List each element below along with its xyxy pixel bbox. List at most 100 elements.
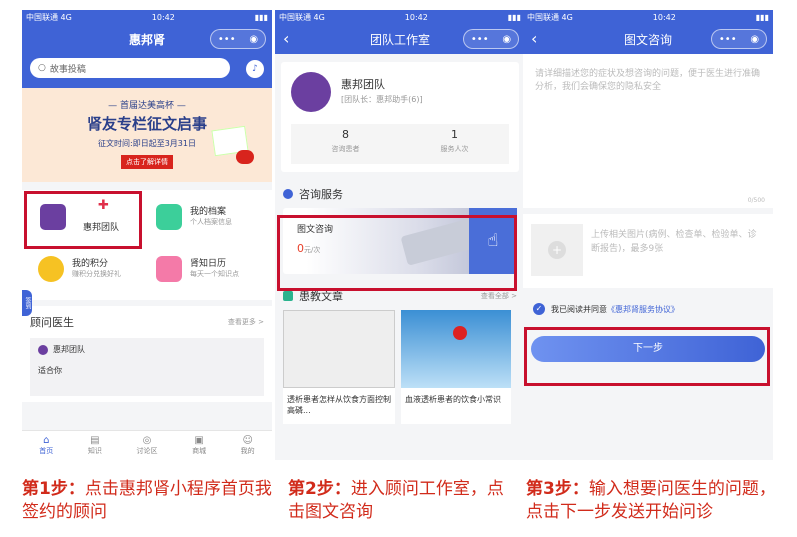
mini-program-capsule[interactable]: ••• ◉ [463,29,519,49]
clock: 10:42 [404,12,428,22]
advisor-card[interactable]: 惠邦团队 适合你 [30,338,264,396]
carrier: 中国联通 [527,12,559,22]
articles-section-icon [283,291,293,301]
tab-mine[interactable]: ☺ 我的 [241,435,255,456]
mini-program-capsule[interactable]: ••• ◉ [210,29,266,49]
points-coin-icon [38,256,64,282]
page-title: 惠邦肾 [128,32,165,47]
stat-services: 1 服务人次 [400,124,509,164]
upload-hint: 上传相关图片(病例、检查单、检验单、诊断报告)，最多9张 [591,230,757,254]
mini-program-capsule[interactable]: ••• ◉ [711,29,767,49]
grid-label-points: 我的积分 [72,259,109,269]
clock: 10:42 [652,12,676,22]
articles-more-link[interactable]: 查看全部 > [481,291,517,301]
tab-label: 商城 [192,447,207,455]
stat-label: 咨询患者 [331,145,360,153]
add-image-icon: + [548,241,566,259]
notification-bell-icon[interactable]: ♪ [246,60,264,78]
article-title: 血液透析患者的饮食小常识 [405,395,501,404]
tab-label: 知识 [87,447,102,455]
advisor-section-title: 顾问医生 [30,316,74,329]
network: 4G [313,12,325,22]
article-rose-image [401,310,511,388]
grid-item-records[interactable]: 我的档案 个人档案信息 [150,194,262,240]
tab-mall[interactable]: ▣ 商城 [192,435,206,456]
step3-highlight [524,327,770,386]
tomato-image [236,150,254,164]
search-input[interactable]: ○ 故事投稿 [30,58,230,78]
more-icon[interactable]: ••• [719,34,737,45]
tab-knowledge[interactable]: ▤ 知识 [88,435,102,456]
stat-value: 8 [342,128,349,141]
status-bar: 中国联通 4G 10:42 ▮▮▮ [22,10,272,24]
stats-row: 8 咨询患者 1 服务人次 [291,124,509,164]
grid-item-points[interactable]: 我的积分 赚积分兑换好礼 [32,248,150,294]
article-card[interactable]: 血液透析患者的饮食小常识 [401,310,511,424]
stat-patients: 8 咨询患者 [291,124,400,164]
search-icon: ○ [38,63,46,73]
page-title: 团队工作室 [369,32,430,47]
nav-bar: ‹ 图文咨询 ••• ◉ [523,24,773,54]
calendar-icon [156,256,182,282]
question-placeholder: 请详细描述您的症状及想咨询的问题，便于医生进行准确分析，我们会确保您的隐私安全 [535,69,761,92]
tab-label: 我的 [240,447,255,455]
tab-home[interactable]: ⌂ 首页 [39,435,53,456]
article-card[interactable]: 透析患者怎样从饮食方面控制高磷... [283,310,395,424]
tab-label: 讨论区 [136,447,158,455]
consult-section-title: 咨询服务 [299,188,343,201]
banner-details-button[interactable]: 点击了解详情 [121,155,173,169]
status-bar: 中国联通 4G 10:42 ▮▮▮ [275,10,525,24]
caption-step2: 第2步：进入顾问工作室，点击图文咨询 [288,478,508,524]
headset-icon: ◎ [142,435,152,446]
battery-icon: ▮▮▮ [755,12,769,22]
grid-sub-records: 个人档案信息 [190,218,232,226]
more-icon[interactable]: ••• [218,34,236,45]
status-bar: 中国联通 4G 10:42 ▮▮▮ [523,10,773,24]
step1-highlight [24,191,142,249]
caption-step3: 第3步：输入想要问医生的问题，点击下一步发送开始问诊 [526,478,776,524]
close-target-icon[interactable]: ◉ [502,34,511,45]
agreement-link[interactable]: 《惠邦肾服务协议》 [607,304,679,315]
book-icon: ▤ [90,435,100,446]
close-target-icon[interactable]: ◉ [249,34,258,45]
upload-image-button[interactable]: + [531,224,583,276]
caption-step-label: 第2步： [288,479,351,499]
question-textarea[interactable]: 请详细描述您的症状及想咨询的问题，便于医生进行准确分析，我们会确保您的隐私安全 … [523,54,773,208]
banner-subtitle: — 首届达美高杯 — [108,101,186,111]
advisor-more-link[interactable]: 查看更多 > [228,317,264,327]
tab-discussion[interactable]: ◎ 讨论区 [136,435,157,456]
essay-banner[interactable]: — 首届达美高杯 — 肾友专栏征文启事 征文时间:即日起至3月31日 点击了解详… [22,88,272,182]
clock: 10:42 [151,12,175,22]
close-target-icon[interactable]: ◉ [750,34,759,45]
advisor-desc: 适合你 [38,366,62,375]
tab-label: 首页 [39,447,54,455]
agree-prefix: 我已阅读并同意 [551,304,607,314]
battery-icon: ▮▮▮ [507,12,521,22]
step2-highlight [277,215,517,291]
back-arrow-icon[interactable]: ‹ [283,29,289,48]
team-avatar [291,72,331,112]
home-icon: ⌂ [43,435,50,446]
grid-sub-calendar: 每天一个知识点 [190,270,239,278]
grid-sub-points: 赚积分兑换好礼 [72,270,121,278]
back-arrow-icon[interactable]: ‹ [531,29,537,48]
grid-label-calendar: 肾知日历 [190,259,227,269]
caption-step-label: 第1步： [22,479,85,499]
carrier: 中国联通 [279,12,311,22]
battery-icon: ▮▮▮ [254,12,268,22]
grid-item-calendar[interactable]: 肾知日历 每天一个知识点 [150,248,262,294]
grid-label-records: 我的档案 [190,207,227,217]
more-icon[interactable]: ••• [471,34,489,45]
network: 4G [60,12,72,22]
advisor-team-name: 惠邦团队 [53,345,85,354]
nav-bar: 惠邦肾 ••• ◉ [22,24,272,54]
char-counter: 0/500 [747,197,765,204]
signin-side-badge[interactable]: 签到 [22,290,32,316]
network: 4G [561,12,573,22]
article-title: 透析患者怎样从饮食方面控制高磷... [287,395,391,415]
consult-section-icon [283,189,293,199]
agree-checkbox[interactable]: ✓ [533,303,545,315]
stat-value: 1 [451,128,458,141]
article-chef-image [283,310,395,388]
caption-step-label: 第3步： [526,479,589,499]
